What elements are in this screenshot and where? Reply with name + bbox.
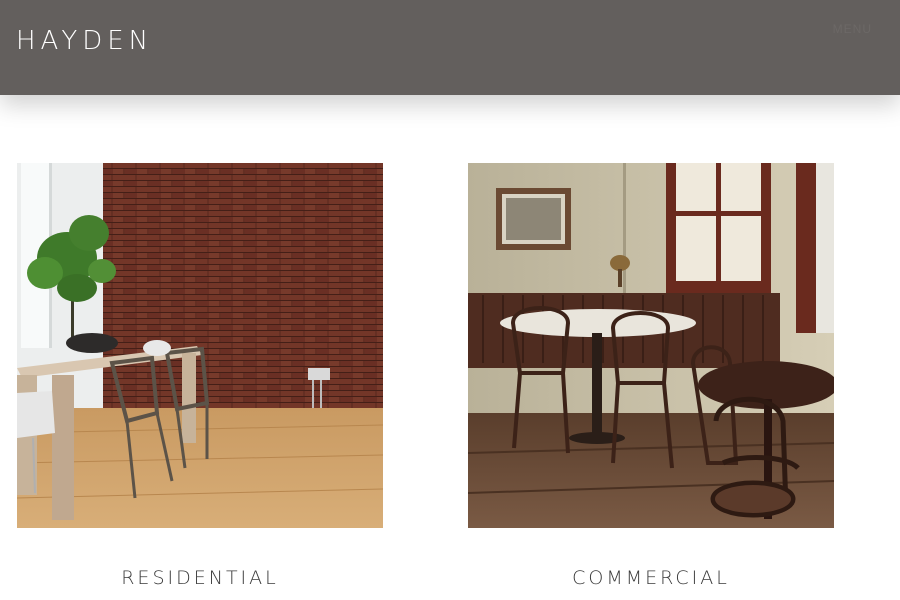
commercial-label[interactable]: COMMERCIAL [468,567,834,589]
residential-photo-image [17,163,383,528]
commercial-photo-image [468,163,834,528]
commercial-photo[interactable] [468,163,834,528]
nav-menu-link[interactable]: MENU [833,22,872,36]
site-header: HAYDEN MENU [0,0,900,95]
category-card-residential[interactable]: RESIDENTIAL [17,163,383,589]
site-logo[interactable]: HAYDEN [16,26,153,56]
residential-photo[interactable] [17,163,383,528]
category-card-commercial[interactable]: COMMERCIAL [468,163,834,589]
residential-label[interactable]: RESIDENTIAL [17,567,383,589]
